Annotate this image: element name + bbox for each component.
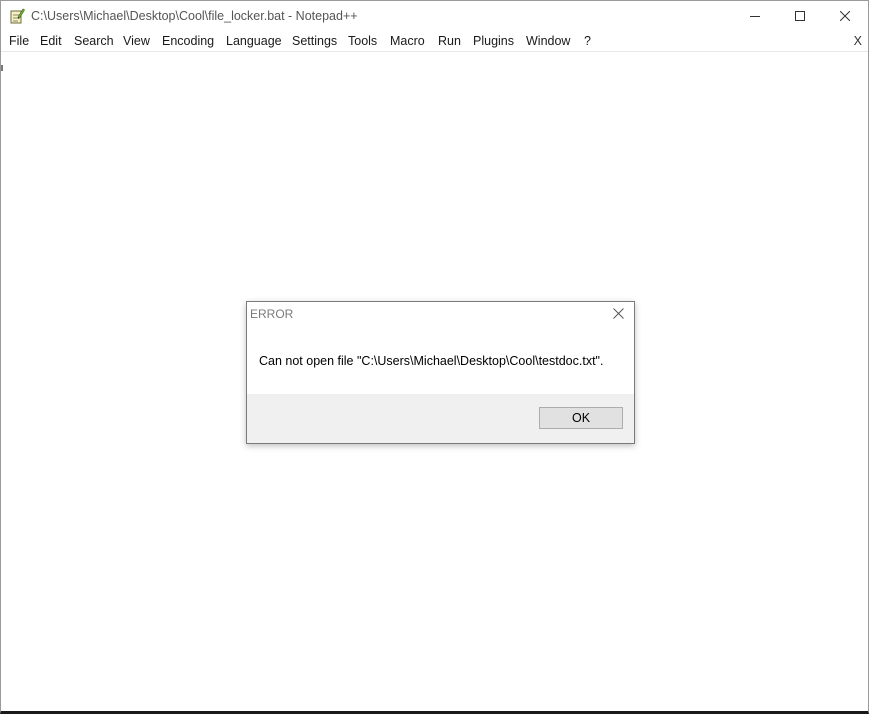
menu-macro[interactable]: Macro: [390, 34, 425, 48]
close-icon: [840, 11, 850, 21]
error-dialog: ERROR Can not open file "C:\Users\Michae…: [246, 301, 635, 444]
maximize-button[interactable]: [777, 1, 823, 31]
menu-bar: File Edit Search View Encoding Language …: [1, 32, 868, 52]
menu-tools[interactable]: Tools: [348, 34, 377, 48]
menu-window[interactable]: Window: [526, 34, 570, 48]
dialog-title: ERROR: [250, 307, 294, 321]
minimize-button[interactable]: [732, 1, 778, 31]
menu-encoding[interactable]: Encoding: [162, 34, 214, 48]
dialog-close-button[interactable]: [607, 305, 629, 325]
ok-button[interactable]: OK: [539, 407, 623, 429]
window-title: C:\Users\Michael\Desktop\Cool\file_locke…: [31, 9, 358, 23]
menu-view[interactable]: View: [123, 34, 150, 48]
title-bar[interactable]: C:\Users\Michael\Desktop\Cool\file_locke…: [1, 1, 868, 31]
notepad-plus-plus-window: C:\Users\Michael\Desktop\Cool\file_locke…: [0, 0, 869, 714]
close-document-button[interactable]: X: [854, 34, 862, 48]
menu-file[interactable]: File: [9, 34, 29, 48]
minimize-icon: [750, 11, 760, 21]
editor-edge-marker: [1, 65, 3, 71]
notepad-plus-plus-icon: [10, 8, 25, 24]
menu-edit[interactable]: Edit: [40, 34, 62, 48]
close-button[interactable]: [822, 1, 868, 31]
menu-plugins[interactable]: Plugins: [473, 34, 514, 48]
menu-run[interactable]: Run: [438, 34, 461, 48]
menu-language[interactable]: Language: [226, 34, 282, 48]
menu-search[interactable]: Search: [74, 34, 114, 48]
menu-settings[interactable]: Settings: [292, 34, 337, 48]
dialog-message: Can not open file "C:\Users\Michael\Desk…: [259, 354, 604, 368]
dialog-button-area: OK: [247, 394, 634, 443]
menu-help[interactable]: ?: [584, 34, 591, 48]
close-icon: [612, 308, 624, 322]
maximize-icon: [795, 11, 805, 21]
